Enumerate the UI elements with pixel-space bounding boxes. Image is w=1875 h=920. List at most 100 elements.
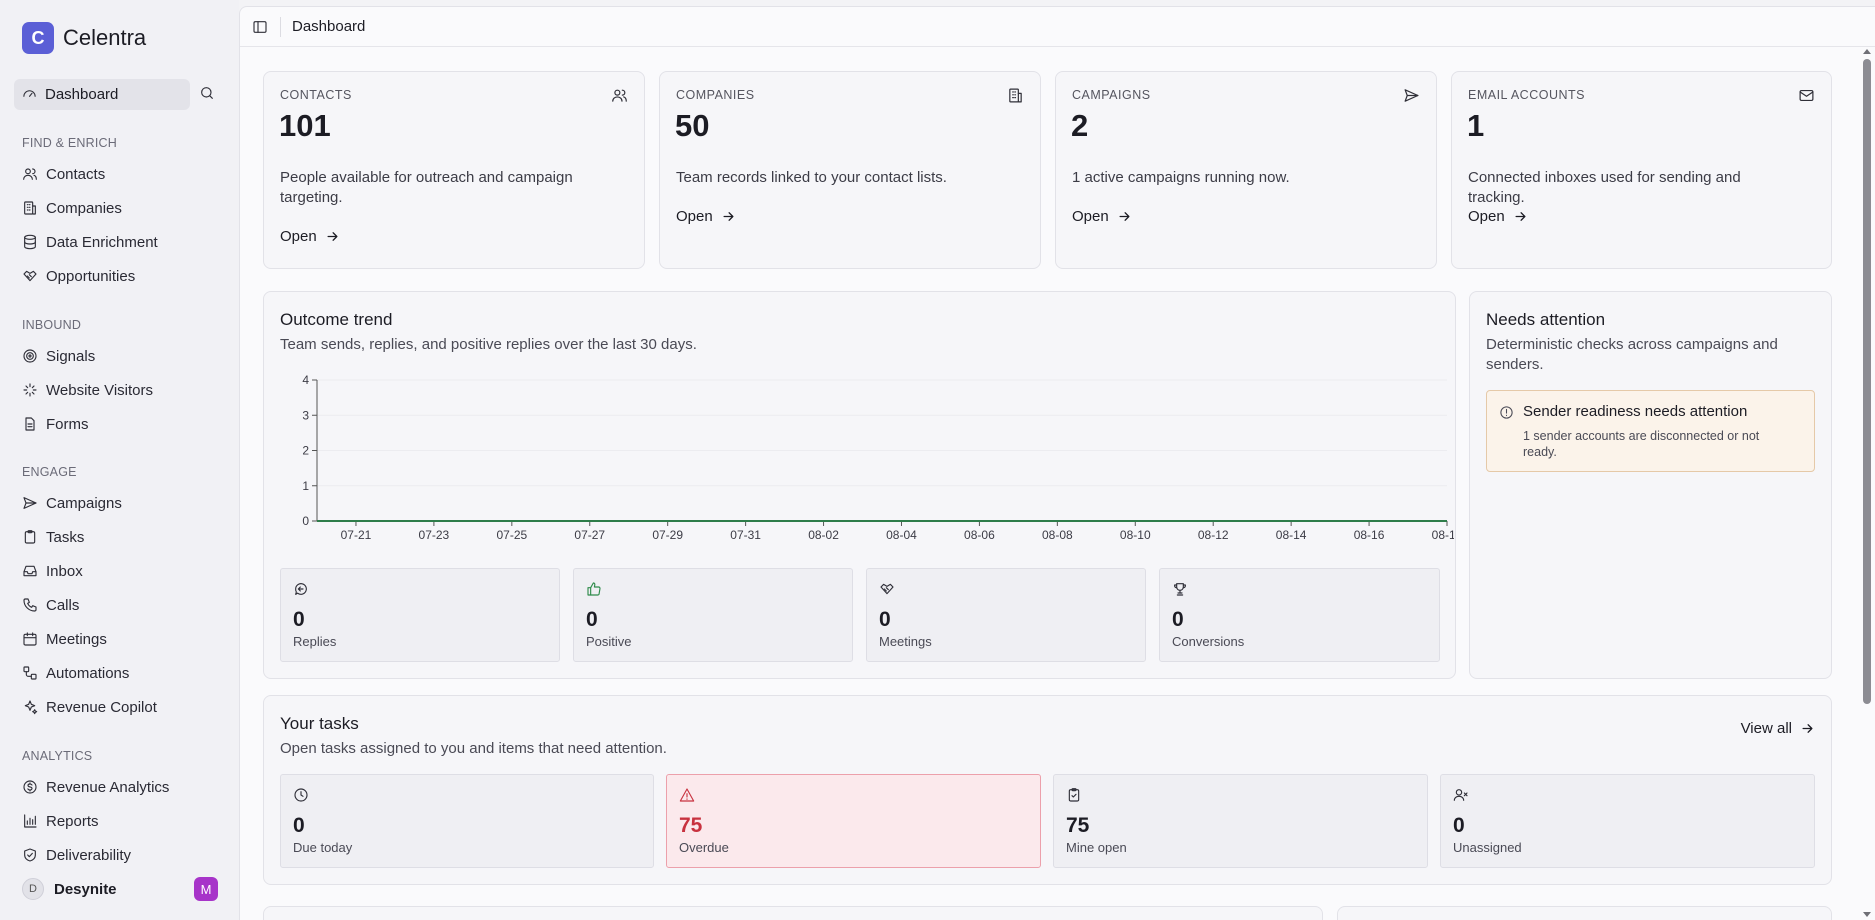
sender-readiness-alert[interactable]: Sender readiness needs attention 1 sende…	[1486, 390, 1815, 472]
sidebar-item-tasks[interactable]: Tasks	[22, 526, 84, 548]
open-link-label: Open	[1468, 208, 1505, 225]
handshake-icon	[22, 268, 38, 284]
building-icon	[1007, 87, 1024, 104]
stat-value: 50	[675, 108, 710, 143]
chart-x-tick-label: 08-02	[808, 528, 839, 542]
sidebar-item-opportunities[interactable]: Opportunities	[22, 265, 135, 287]
gauge-icon	[22, 87, 37, 102]
trophy-icon	[1172, 581, 1188, 597]
metric-meetings: 0 Meetings	[866, 568, 1146, 662]
nav-section-find-enrich: FIND & ENRICH	[22, 136, 117, 150]
view-all-label: View all	[1740, 720, 1792, 737]
send-icon	[1403, 87, 1420, 104]
stat-card-companies: COMPANIES 50 Team records linked to your…	[659, 71, 1041, 269]
sidebar-item-calls[interactable]: Calls	[22, 594, 79, 616]
sidebar-item-label: Revenue Copilot	[46, 698, 157, 716]
alert-text: 1 sender accounts are disconnected or no…	[1523, 429, 1760, 459]
arrow-right-icon	[327, 232, 338, 241]
users-icon	[611, 87, 628, 104]
metric-label: Positive	[586, 634, 632, 649]
stat-card-email-accounts: EMAIL ACCOUNTS 1 Connected inboxes used …	[1451, 71, 1832, 269]
sidebar-item-revenue-copilot[interactable]: Revenue Copilot	[22, 696, 157, 718]
sidebar-item-revenue-analytics[interactable]: Revenue Analytics	[22, 776, 169, 798]
brand[interactable]: C Celentra	[22, 22, 146, 54]
open-email-accounts-link[interactable]: Open	[1468, 208, 1528, 225]
chart-x-tick-label: 07-21	[341, 528, 372, 542]
stat-value: 1	[1467, 108, 1485, 143]
sidebar-item-meetings[interactable]: Meetings	[22, 628, 107, 650]
arrow-right-icon	[1515, 212, 1526, 221]
sparkles-icon	[22, 382, 38, 398]
clipboard-check-icon	[1066, 787, 1082, 803]
task-metric-unassigned[interactable]: 0 Unassigned	[1440, 774, 1815, 868]
chart-y-tick-label: 2	[302, 444, 309, 458]
stat-card-campaigns: CAMPAIGNS 2 1 active campaigns running n…	[1055, 71, 1437, 269]
metric-conversions: 0 Conversions	[1159, 568, 1440, 662]
stat-card-contacts: CONTACTS 101 People available for outrea…	[263, 71, 645, 269]
sidebar-item-signals[interactable]: Signals	[22, 345, 95, 367]
chart-y-tick-label: 3	[302, 408, 309, 422]
sidebar-item-label: Website Visitors	[46, 381, 153, 399]
sidebar-item-reports[interactable]: Reports	[22, 810, 99, 832]
sidebar-item-deliverability[interactable]: Deliverability	[22, 844, 131, 866]
avatar: D	[22, 878, 44, 900]
brand-logo: C	[22, 22, 54, 54]
sidebar-toggle-icon[interactable]	[252, 19, 268, 35]
chart-x-tick-label: 08-18	[1432, 528, 1454, 542]
divider	[280, 16, 281, 37]
arrow-right-icon	[1119, 212, 1130, 221]
topbar: Dashboard	[240, 7, 1875, 47]
inbox-icon	[22, 563, 38, 579]
task-metric-overdue[interactable]: 75 Overdue	[666, 774, 1041, 868]
chart-y-tick-label: 4	[302, 373, 309, 387]
chart-x-tick-label: 08-12	[1198, 528, 1229, 542]
open-companies-link[interactable]: Open	[676, 208, 736, 225]
scroll-down-arrow[interactable]	[1863, 912, 1871, 917]
task-metric-mine-open[interactable]: 75 Mine open	[1053, 774, 1428, 868]
panel-title: Your tasks	[280, 714, 359, 733]
sidebar-item-dashboard[interactable]: Dashboard	[14, 79, 190, 110]
stat-label: CONTACTS	[280, 88, 352, 102]
stat-value: 2	[1071, 108, 1089, 143]
sidebar-item-label: Automations	[46, 664, 130, 682]
main-content: Dashboard CONTACTS 101 People available …	[239, 6, 1875, 920]
panel-subtitle: Open tasks assigned to you and items tha…	[280, 740, 667, 757]
sidebar-item-label: Revenue Analytics	[46, 778, 170, 796]
metric-label: Overdue	[679, 840, 729, 855]
scrollbar-thumb[interactable]	[1863, 59, 1871, 704]
metric-value: 0	[293, 814, 305, 837]
stat-description: Connected inboxes used for sending and t…	[1468, 169, 1741, 206]
sidebar-item-label: Calls	[46, 596, 80, 614]
view-all-tasks-link[interactable]: View all	[1741, 720, 1815, 737]
user-name: Desynite	[54, 880, 117, 898]
scrollbar[interactable]	[1859, 47, 1875, 920]
scroll-up-arrow[interactable]	[1863, 49, 1871, 54]
chart-x-tick-label: 08-06	[964, 528, 995, 542]
user-badge[interactable]: M	[194, 877, 218, 901]
bar-chart-icon	[22, 813, 38, 829]
stat-label: COMPANIES	[676, 88, 755, 102]
user-menu[interactable]: D Desynite M	[22, 877, 218, 901]
sidebar-item-campaigns[interactable]: Campaigns	[22, 492, 122, 514]
metric-value: 0	[586, 608, 598, 631]
reply-icon	[293, 581, 309, 597]
sidebar-item-companies[interactable]: Companies	[22, 197, 122, 219]
sidebar-item-label: Inbox	[46, 562, 83, 580]
radar-icon	[22, 348, 38, 364]
panel-subtitle: Deterministic checks across campaigns an…	[1486, 336, 1778, 373]
search-icon[interactable]	[199, 85, 215, 101]
open-campaigns-link[interactable]: Open	[1072, 208, 1132, 225]
open-contacts-link[interactable]: Open	[280, 228, 340, 245]
sidebar-item-website-visitors[interactable]: Website Visitors	[22, 379, 153, 401]
sidebar-item-contacts[interactable]: Contacts	[22, 163, 105, 185]
chart-x-tick-label: 08-14	[1276, 528, 1307, 542]
sidebar-item-forms[interactable]: Forms	[22, 413, 89, 435]
sidebar-item-data-enrichment[interactable]: Data Enrichment	[22, 231, 158, 253]
file-icon	[22, 416, 38, 432]
tasks-panel: Your tasks Open tasks assigned to you an…	[263, 695, 1832, 885]
clipboard-icon	[22, 529, 38, 545]
task-metric-due-today[interactable]: 0 Due today	[280, 774, 654, 868]
sidebar-item-automations[interactable]: Automations	[22, 662, 129, 684]
sidebar-item-inbox[interactable]: Inbox	[22, 560, 83, 582]
sidebar-item-label: Signals	[46, 347, 96, 365]
